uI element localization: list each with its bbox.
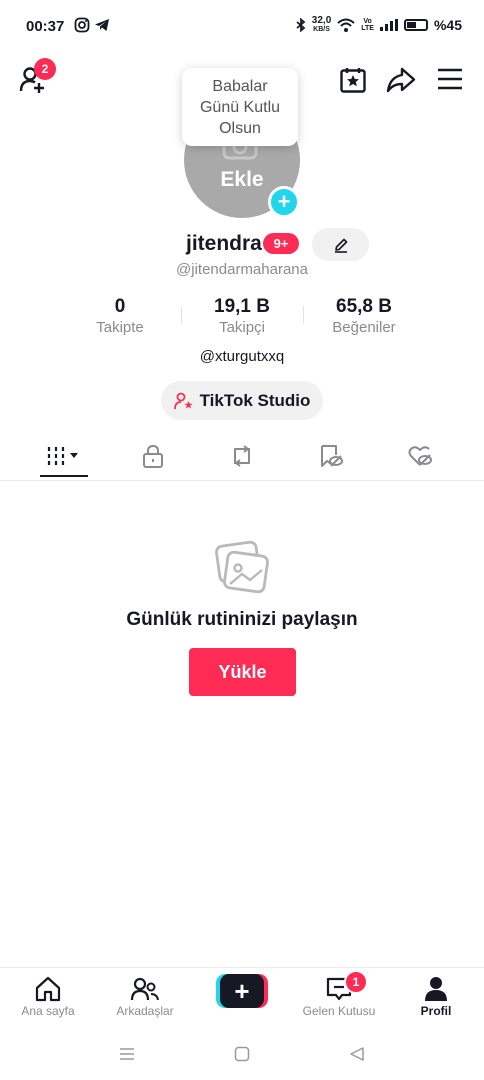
grid-icon	[47, 447, 78, 465]
nav-home[interactable]: Ana sayfa	[0, 976, 96, 1018]
nav-friends-label: Arkadaşlar	[116, 1004, 174, 1018]
add-photo-button[interactable]: +	[268, 186, 300, 218]
level-badge[interactable]: 9+	[263, 233, 299, 254]
lock-icon	[143, 444, 163, 468]
likes-count: 65,8 B	[336, 296, 392, 317]
calendar-star-icon	[340, 68, 366, 93]
following-stat[interactable]: 0 Takipte	[60, 296, 180, 336]
calendar-button[interactable]	[339, 66, 367, 99]
instagram-icon	[74, 17, 90, 33]
bottom-navigation: Ana sayfa Arkadaşlar + Gelen Kutusu Prof…	[0, 967, 484, 1030]
user-handle: @jitendarmaharana	[176, 261, 308, 278]
status-right-icons: 32,0 KB/S Vo LTE %45	[296, 16, 462, 33]
active-tab-indicator	[40, 475, 88, 477]
liked-icon	[408, 446, 432, 466]
nav-profile[interactable]: Profil	[388, 976, 484, 1018]
tooltip-line: Günü Kutlu	[199, 99, 281, 116]
empty-state-title: Günlük rutininizi paylaşın	[126, 609, 358, 630]
likes-label: Beğeniler	[332, 319, 396, 336]
friends-icon	[130, 977, 159, 1001]
hamburger-icon	[438, 68, 462, 90]
volte-indicator: Vo LTE	[361, 17, 374, 32]
photos-icon	[214, 540, 270, 599]
add-friends-badge: 2	[34, 58, 56, 80]
tooltip-line: Olsun	[219, 120, 261, 137]
username: jitendra	[186, 232, 262, 255]
telegram-icon	[94, 19, 109, 32]
favorites-icon	[321, 445, 343, 467]
wifi-icon	[337, 18, 355, 32]
followers-stat[interactable]: 19,1 B Takipçi	[182, 296, 302, 336]
network-speed: 32,0 KB/S	[311, 15, 332, 34]
profile-icon	[425, 977, 447, 1001]
menu-button[interactable]	[437, 68, 463, 95]
followers-label: Takipçi	[219, 319, 265, 336]
following-label: Takipte	[96, 319, 144, 336]
nav-inbox-label: Gelen Kutusu	[302, 1004, 376, 1018]
create-button[interactable]: +	[216, 974, 268, 1008]
tab-liked[interactable]	[392, 436, 448, 476]
status-left-icons	[74, 16, 110, 33]
battery-icon	[403, 18, 428, 31]
followers-count: 19,1 B	[214, 296, 270, 317]
upload-button[interactable]: Yükle	[189, 648, 296, 696]
share-icon	[386, 67, 416, 93]
status-time: 00:37	[26, 18, 65, 35]
plus-icon: +	[220, 974, 264, 1008]
fathers-day-tooltip: Babalar Günü Kutlu Olsun	[182, 68, 298, 146]
tab-private[interactable]	[125, 436, 181, 476]
home-system-icon[interactable]	[234, 1046, 250, 1062]
share-profile-button[interactable]	[386, 66, 416, 99]
signal-icon	[379, 18, 398, 31]
inbox-badge: 1	[344, 970, 368, 994]
following-count: 0	[114, 296, 126, 317]
tiktok-studio-button[interactable]: TikTok Studio	[161, 381, 323, 420]
repost-icon	[234, 445, 250, 467]
creator-icon	[173, 392, 193, 409]
recent-apps-icon[interactable]	[119, 1047, 135, 1061]
nav-home-label: Ana sayfa	[21, 1004, 75, 1018]
battery-level: %45	[433, 16, 462, 33]
tiktok-studio-label: TikTok Studio	[199, 390, 311, 410]
tooltip-line: Babalar	[212, 78, 268, 95]
tab-favorites[interactable]	[303, 436, 359, 476]
likes-stat[interactable]: 65,8 B Beğeniler	[304, 296, 424, 336]
pencil-icon	[334, 238, 347, 253]
tab-reposts[interactable]	[214, 436, 270, 476]
bio-text[interactable]: @xturgutxxq	[0, 348, 484, 365]
back-icon[interactable]	[349, 1046, 365, 1062]
home-icon	[35, 976, 61, 1002]
tab-videos[interactable]	[36, 436, 92, 476]
nav-friends[interactable]: Arkadaşlar	[97, 976, 193, 1018]
nav-inbox[interactable]: Gelen Kutusu	[291, 976, 387, 1018]
system-navigation	[0, 1030, 484, 1080]
bluetooth-icon	[296, 17, 306, 32]
edit-profile-button[interactable]	[312, 228, 369, 261]
nav-profile-label: Profil	[420, 1004, 452, 1018]
